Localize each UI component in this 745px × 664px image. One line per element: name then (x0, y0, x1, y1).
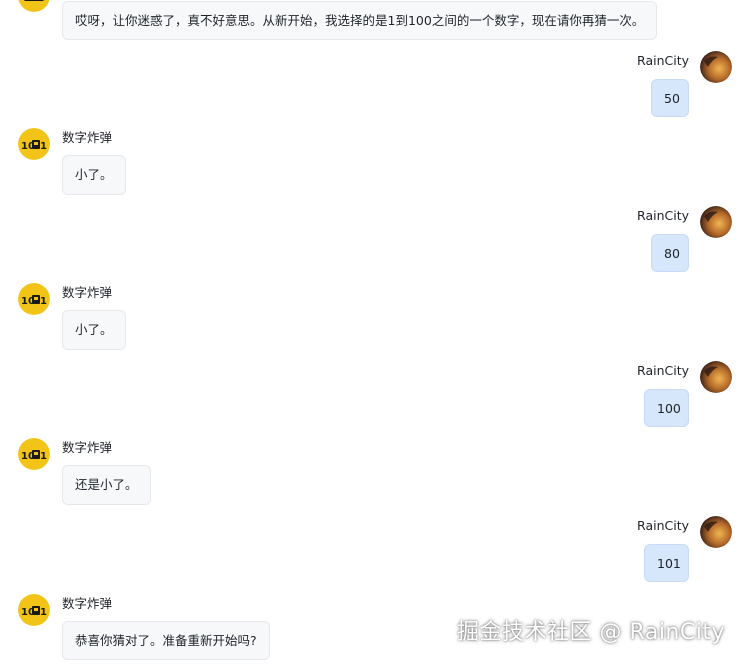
bot-message-bubble: 小了。 (62, 310, 126, 350)
user-avatar (700, 516, 732, 548)
bot-message-bubble: 小了。 (62, 155, 126, 195)
user-avatar (700, 51, 732, 83)
svg-text:1: 1 (40, 141, 47, 152)
user-message-text: 50 (664, 91, 680, 106)
bot-message-text: 还是小了。 (75, 477, 138, 492)
bot-message-text: 恭喜你猜对了。准备重新开始吗? (75, 633, 257, 648)
bot-name: 数字炸弹 (62, 285, 113, 300)
user-message-text: 100 (657, 401, 681, 416)
user-name: RainCity (637, 53, 689, 68)
chat-conversation: 哎呀，让你迷惑了，真不好意思。从新开始，我选择的是1到100之间的一个数字，现在… (0, 0, 745, 664)
bot-avatar: 10 1 (18, 283, 50, 315)
user-message-text: 80 (664, 246, 680, 261)
user-avatar (700, 361, 732, 393)
user-message-text: 101 (657, 556, 681, 571)
user-name: RainCity (637, 363, 689, 378)
user-message-bubble: 100 (644, 389, 689, 427)
bot-name: 数字炸弹 (62, 440, 113, 455)
bot-message-bubble: 恭喜你猜对了。准备重新开始吗? (62, 621, 270, 660)
bot-message-text: 哎呀，让你迷惑了，真不好意思。从新开始，我选择的是1到100之间的一个数字，现在… (75, 13, 645, 28)
bot-message-text: 小了。 (75, 322, 113, 337)
svg-text:1: 1 (40, 451, 47, 462)
user-message-bubble: 50 (651, 79, 689, 117)
bot-message-bubble: 还是小了。 (62, 465, 151, 505)
bot-message-text: 小了。 (75, 167, 113, 182)
user-avatar (700, 206, 732, 238)
bot-message-bubble: 哎呀，让你迷惑了，真不好意思。从新开始，我选择的是1到100之间的一个数字，现在… (62, 1, 658, 40)
user-name: RainCity (637, 208, 689, 223)
user-name: RainCity (637, 518, 689, 533)
bot-name: 数字炸弹 (62, 130, 113, 145)
bot-avatar (18, 0, 50, 12)
bot-name: 数字炸弹 (62, 596, 113, 611)
bot-avatar: 10 1 (18, 594, 50, 626)
user-message-bubble: 101 (644, 544, 689, 582)
bot-avatar: 10 1 (18, 438, 50, 470)
bot-avatar: 10 1 (18, 128, 50, 160)
watermark-text: 掘金技术社区 @ RainCity (457, 620, 725, 645)
user-message-bubble: 80 (651, 234, 689, 272)
svg-text:1: 1 (40, 607, 47, 618)
svg-text:1: 1 (40, 296, 47, 307)
